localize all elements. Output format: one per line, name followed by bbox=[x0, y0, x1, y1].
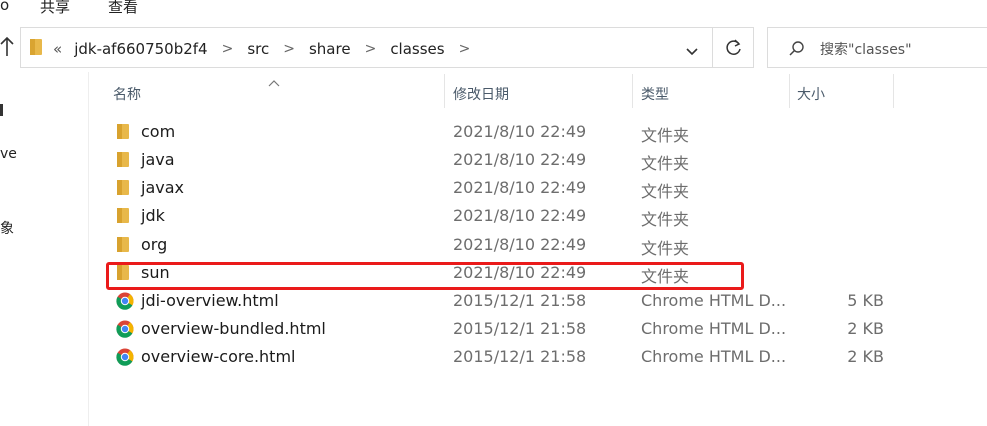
column-header-type[interactable]: 类型 bbox=[641, 84, 669, 104]
file-date: 2021/8/10 22:49 bbox=[453, 206, 587, 225]
file-name[interactable]: java bbox=[141, 150, 175, 169]
nav-fragment-mark bbox=[0, 104, 3, 116]
search-icon bbox=[789, 41, 804, 56]
folder-icon bbox=[116, 151, 130, 172]
chevron-right-icon: > bbox=[221, 40, 234, 57]
breadcrumb-classes[interactable]: classes bbox=[390, 40, 444, 58]
file-size: 2 KB bbox=[847, 347, 884, 366]
file-date: 2021/8/10 22:49 bbox=[453, 122, 587, 141]
nav-item-fragment[interactable]: 象 bbox=[0, 218, 14, 238]
up-arrow-icon[interactable] bbox=[0, 36, 14, 62]
tab-share[interactable]: 共享 bbox=[40, 0, 70, 17]
folder-icon bbox=[116, 123, 130, 144]
file-row[interactable]: overview-bundled.html 2015/12/1 21:58 Chro… bbox=[104, 315, 894, 343]
file-name[interactable]: overview-bundled.html bbox=[141, 319, 326, 338]
file-row[interactable]: jdk 2021/8/10 22:49 文件夹 bbox=[104, 202, 894, 230]
nav-item-fragment[interactable]: ve bbox=[0, 146, 17, 162]
file-name[interactable]: jdk bbox=[141, 206, 165, 225]
chevron-right-icon: > bbox=[364, 40, 377, 57]
column-divider[interactable] bbox=[893, 74, 894, 108]
file-type: 文件夹 bbox=[641, 210, 690, 229]
column-divider[interactable] bbox=[789, 74, 790, 108]
file-date: 2021/8/10 22:49 bbox=[453, 178, 587, 197]
column-header-date[interactable]: 修改日期 bbox=[453, 84, 509, 104]
sort-ascending-icon bbox=[268, 72, 280, 91]
refresh-button[interactable] bbox=[712, 27, 754, 68]
file-row[interactable]: javax 2021/8/10 22:49 文件夹 bbox=[104, 174, 894, 202]
file-name[interactable]: jdi-overview.html bbox=[141, 291, 279, 310]
file-date: 2021/8/10 22:49 bbox=[453, 235, 587, 254]
file-type: 文件夹 bbox=[641, 182, 690, 201]
folder-icon bbox=[116, 179, 130, 200]
chevron-right-icon[interactable]: > bbox=[459, 41, 471, 57]
file-type: Chrome HTML D... bbox=[641, 347, 787, 366]
folder-icon bbox=[116, 207, 130, 228]
breadcrumb-src[interactable]: src bbox=[247, 40, 269, 58]
folder-icon bbox=[29, 38, 43, 60]
column-divider[interactable] bbox=[632, 74, 633, 108]
file-type: Chrome HTML D... bbox=[641, 319, 787, 338]
file-name[interactable]: javax bbox=[141, 178, 184, 197]
navigation-pane bbox=[0, 72, 89, 426]
refresh-icon bbox=[726, 39, 741, 55]
file-row[interactable]: org 2021/8/10 22:49 文件夹 bbox=[104, 231, 894, 259]
ribbon-edge: о bbox=[0, 0, 10, 14]
file-name[interactable]: org bbox=[141, 235, 167, 254]
file-row[interactable]: java 2021/8/10 22:49 文件夹 bbox=[104, 146, 894, 174]
file-date: 2015/12/1 21:58 bbox=[453, 347, 587, 366]
file-type: 文件夹 bbox=[641, 154, 690, 173]
file-name[interactable]: com bbox=[141, 122, 175, 141]
file-row[interactable]: overview-core.html 2015/12/1 21:58 Chrome … bbox=[104, 343, 894, 371]
file-size: 5 KB bbox=[847, 291, 884, 310]
breadcrumb-overflow[interactable]: « bbox=[53, 40, 62, 58]
file-row[interactable]: com 2021/8/10 22:49 文件夹 bbox=[104, 118, 894, 146]
folder-icon bbox=[116, 236, 130, 257]
chevron-down-icon[interactable] bbox=[685, 42, 699, 61]
column-header-size[interactable]: 大小 bbox=[797, 84, 825, 104]
chrome-icon bbox=[116, 320, 134, 342]
file-size: 2 KB bbox=[847, 319, 884, 338]
chrome-icon bbox=[116, 292, 134, 314]
file-row[interactable]: jdi-overview.html 2015/12/1 21:58 Chrome H… bbox=[104, 287, 894, 315]
file-type: 文件夹 bbox=[641, 126, 690, 145]
address-bar[interactable]: « jdk-af660750b2f4 > src > share > class… bbox=[20, 27, 712, 68]
chevron-right-icon: > bbox=[283, 40, 295, 57]
tab-view[interactable]: 查看 bbox=[108, 0, 138, 17]
chrome-icon bbox=[116, 348, 134, 370]
search-input[interactable]: 搜索"classes" bbox=[820, 39, 912, 59]
highlight-box bbox=[106, 262, 744, 290]
file-type: Chrome HTML D... bbox=[641, 291, 787, 310]
search-box[interactable]: 搜索"classes" bbox=[767, 27, 987, 68]
file-type: 文件夹 bbox=[641, 239, 690, 258]
breadcrumb-share[interactable]: share bbox=[309, 40, 351, 58]
file-name[interactable]: overview-core.html bbox=[141, 347, 295, 366]
file-date: 2015/12/1 21:58 bbox=[453, 291, 587, 310]
file-date: 2015/12/1 21:58 bbox=[453, 319, 587, 338]
breadcrumb-jdk[interactable]: jdk-af660750b2f4 bbox=[74, 40, 207, 58]
column-divider[interactable] bbox=[444, 74, 445, 108]
file-date: 2021/8/10 22:49 bbox=[453, 150, 587, 169]
column-header-name[interactable]: 名称 bbox=[113, 84, 141, 104]
